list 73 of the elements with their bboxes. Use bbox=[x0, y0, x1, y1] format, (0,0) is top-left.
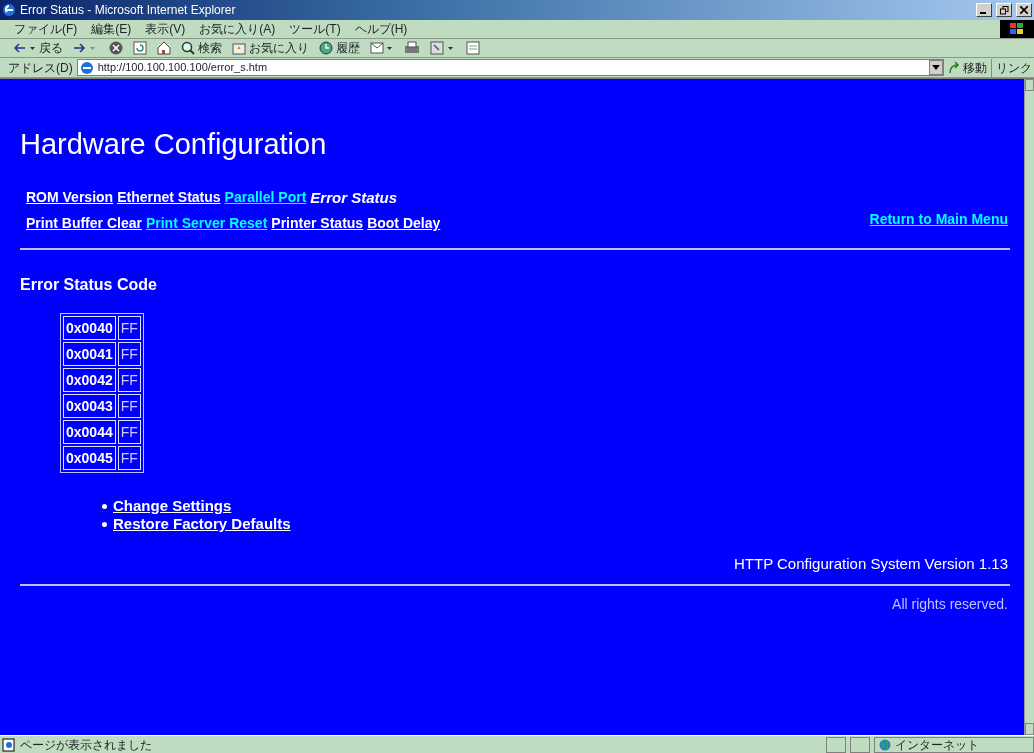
search-icon bbox=[181, 41, 195, 55]
action-link[interactable]: Change Settings bbox=[113, 497, 232, 516]
value-cell: FF bbox=[117, 368, 141, 393]
code-cell: 0x0044 bbox=[63, 420, 116, 445]
page-globe-icon bbox=[79, 60, 94, 75]
status-pane bbox=[826, 736, 846, 753]
code-cell: 0x0043 bbox=[63, 394, 116, 419]
nav-link[interactable]: Boot Delay bbox=[367, 213, 441, 235]
scrollbar[interactable] bbox=[1024, 79, 1034, 735]
value-cell: FF bbox=[117, 420, 141, 445]
notes-icon[interactable] bbox=[466, 41, 480, 55]
menu-item[interactable]: ツール(T) bbox=[289, 20, 341, 38]
nav-link[interactable]: Print Server Reset bbox=[145, 213, 268, 235]
value-cell: FF bbox=[117, 394, 141, 419]
minimize-button[interactable] bbox=[976, 3, 992, 17]
section-title: Error Status Code bbox=[20, 275, 158, 296]
windows-flag-icon bbox=[1009, 22, 1025, 36]
back-button[interactable]: 戻る bbox=[14, 39, 63, 57]
status-pane bbox=[850, 736, 870, 753]
address-field[interactable]: http://100.100.100.100/error_s.htm bbox=[76, 59, 944, 76]
caret-icon bbox=[932, 65, 940, 70]
zone-text: インターネット bbox=[895, 736, 979, 753]
nav-link[interactable]: ROM Version bbox=[26, 186, 114, 210]
curved-arrow-icon bbox=[948, 61, 960, 74]
edit-icon[interactable] bbox=[430, 41, 456, 55]
nav-link[interactable]: Printer Status bbox=[271, 213, 364, 235]
close-button[interactable] bbox=[1016, 3, 1032, 17]
dropdown-button[interactable] bbox=[929, 60, 943, 75]
page-heading: Hardware Configuration bbox=[20, 127, 328, 162]
left-arrow-icon bbox=[14, 43, 36, 53]
restore-icon bbox=[999, 5, 1009, 15]
code-cell: 0x0045 bbox=[63, 446, 116, 471]
nav-link[interactable]: Print Buffer Clear bbox=[26, 213, 142, 235]
print-icon[interactable] bbox=[404, 41, 420, 55]
current-page-label: Error Status bbox=[310, 187, 397, 208]
code-cell: 0x0041 bbox=[63, 342, 116, 367]
code-cell: 0x0040 bbox=[63, 316, 116, 341]
history-button[interactable]: 履歴 bbox=[319, 39, 360, 57]
menu-item[interactable]: ファイル(F) bbox=[14, 20, 78, 38]
address-label: アドレス(D) bbox=[8, 59, 73, 77]
home-icon[interactable] bbox=[157, 41, 171, 55]
copyright-text: All rights reserved. bbox=[891, 594, 1008, 614]
code-cell: 0x0042 bbox=[63, 368, 116, 393]
favorites-button[interactable]: お気に入り bbox=[232, 39, 309, 57]
bullet-icon bbox=[102, 503, 107, 509]
menu-item[interactable]: 表示(V) bbox=[145, 20, 186, 38]
menu-item[interactable]: ヘルプ(H) bbox=[354, 20, 408, 38]
restore-button[interactable] bbox=[996, 3, 1012, 17]
nav-link[interactable]: Parallel Port bbox=[224, 186, 307, 210]
globe-icon bbox=[879, 738, 891, 751]
browser-icon bbox=[2, 3, 16, 17]
go-button[interactable]: 移動 bbox=[948, 58, 987, 77]
close-icon bbox=[1020, 6, 1028, 15]
menu-item[interactable]: 編集(E) bbox=[91, 20, 132, 38]
status-message: ページが表示されました bbox=[20, 736, 153, 753]
value-cell: FF bbox=[117, 316, 141, 341]
folder-icon bbox=[232, 41, 246, 55]
menu-item[interactable]: お気に入り(A) bbox=[199, 20, 276, 38]
return-link[interactable]: Return to Main Menu bbox=[869, 209, 1008, 231]
links-button[interactable]: リンク bbox=[991, 58, 1034, 77]
search-button[interactable]: 検索 bbox=[181, 39, 222, 57]
page-icon bbox=[2, 737, 16, 752]
clock-icon bbox=[319, 41, 333, 55]
mail-icon[interactable] bbox=[370, 41, 394, 55]
value-cell: FF bbox=[117, 342, 141, 367]
stop-icon[interactable] bbox=[109, 41, 123, 55]
nav-link[interactable]: Ethernet Status bbox=[117, 186, 221, 210]
value-cell: FF bbox=[117, 446, 141, 471]
version-text: HTTP Configuration System Version 1.13 bbox=[732, 554, 1008, 575]
window-title: Error Status - Microsoft Internet Explorer bbox=[20, 2, 237, 19]
bullet-icon bbox=[102, 521, 107, 527]
refresh-icon[interactable] bbox=[133, 41, 147, 55]
action-link[interactable]: Restore Factory Defaults bbox=[113, 515, 291, 534]
